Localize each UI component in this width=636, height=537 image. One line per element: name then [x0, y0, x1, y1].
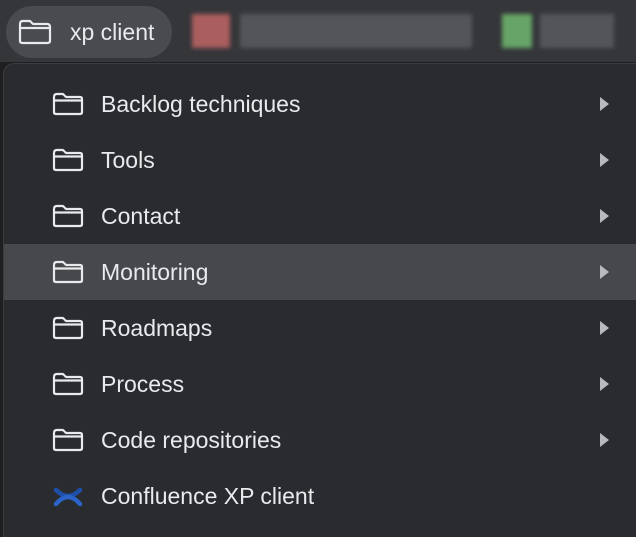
menu-item-contact[interactable]: Contact [4, 188, 636, 244]
chevron-right-icon [600, 377, 609, 391]
folder-icon [52, 92, 84, 116]
menu-item-confluence-xp-client[interactable]: Confluence XP client [4, 468, 636, 524]
obscured-bookmark[interactable] [192, 14, 230, 48]
bookmark-folder-xp-client[interactable]: xp client [6, 6, 172, 58]
chevron-right-icon [600, 265, 609, 279]
chevron-right-icon [600, 153, 609, 167]
obscured-bookmark[interactable] [540, 14, 614, 48]
menu-item-label: Roadmaps [101, 315, 213, 341]
browser-window: xp client Backlog techniques Tools Contact… [0, 0, 636, 537]
chevron-right-icon [600, 209, 609, 223]
bookmark-folder-label: xp client [70, 19, 155, 45]
folder-icon [52, 204, 84, 228]
folder-icon [18, 19, 52, 45]
folder-icon [52, 260, 84, 284]
chevron-right-icon [600, 97, 609, 111]
folder-icon [52, 372, 84, 396]
menu-item-roadmaps[interactable]: Roadmaps [4, 300, 636, 356]
bookmark-folder-menu: Backlog techniques Tools Contact Monitoring… [4, 64, 636, 537]
menu-item-label: Monitoring [101, 259, 209, 285]
menu-item-label: Process [101, 371, 185, 397]
menu-item-label: Tools [101, 147, 155, 173]
menu-item-monitoring[interactable]: Monitoring [4, 244, 636, 300]
chevron-right-icon [600, 433, 609, 447]
folder-icon [52, 428, 84, 452]
menu-item-label: Contact [101, 203, 181, 229]
menu-item-tools[interactable]: Tools [4, 132, 636, 188]
bookmarks-bar: xp client [0, 0, 636, 62]
folder-icon [52, 148, 84, 172]
menu-item-process[interactable]: Process [4, 356, 636, 412]
chevron-right-icon [600, 321, 609, 335]
obscured-bookmark[interactable] [240, 14, 472, 48]
menu-item-label: Confluence XP client [101, 483, 315, 509]
folder-icon [52, 316, 84, 340]
obscured-bookmark[interactable] [502, 14, 532, 48]
menu-item-code-repositories[interactable]: Code repositories [4, 412, 636, 468]
confluence-icon [53, 487, 83, 507]
menu-item-backlog-techniques[interactable]: Backlog techniques [4, 76, 636, 132]
menu-item-label: Backlog techniques [101, 91, 301, 117]
menu-item-label: Code repositories [101, 427, 282, 453]
